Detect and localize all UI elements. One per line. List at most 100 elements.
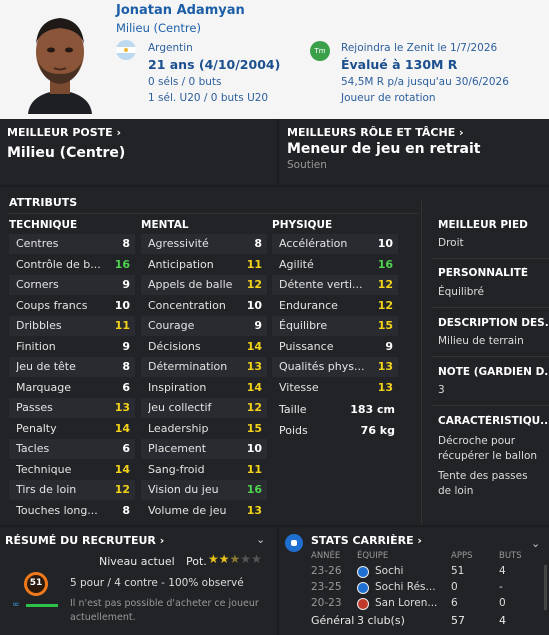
attribute-row[interactable]: Coups francs 10 [9,296,135,316]
attribute-value: 13 [377,360,393,373]
attribute-row[interactable]: Technique 14 [9,460,135,480]
weight-label: Poids [279,424,308,437]
attribute-row[interactable]: Finition 9 [9,337,135,357]
attribute-row[interactable]: Leadership 15 [141,419,267,439]
attribute-row[interactable]: Puissance 9 [272,337,398,357]
attribute-row[interactable]: Penalty 14 [9,419,135,439]
personality-title: PERSONNALITÉ [438,267,529,279]
attribute-value: 16 [114,257,130,271]
attribute-value: 11 [246,257,262,271]
attribute-row[interactable]: Placement 10 [141,439,267,459]
best-foot-value: Droit [438,237,464,249]
attribute-row[interactable]: Jeu collectif 12 [141,398,267,418]
career-team[interactable]: Sochi [375,565,403,577]
attribute-row[interactable]: Tacles 6 [9,439,135,459]
attribute-value: 14 [114,421,130,435]
attribute-name: Détente verti... [279,278,363,291]
attribute-row[interactable]: Concentration 10 [141,296,267,316]
attribute-value: 10 [246,298,262,312]
divider [432,405,549,406]
attribute-name: Corners [16,278,59,291]
career-title[interactable]: STATS CARRIÈRE › [311,534,422,547]
attribute-row[interactable]: Qualités phys... 13 [272,357,398,377]
half-star-icon: ★ [229,552,241,566]
attribute-row[interactable]: Dribbles 11 [9,316,135,336]
best-role-title[interactable]: MEILLEURS RÔLE ET TÂCHE › [287,126,464,139]
attribute-value: 13 [246,360,262,373]
divider [432,307,549,308]
attribute-row[interactable]: Corners 9 [9,275,135,295]
col-team: ÉQUIPE [357,551,389,561]
chevron-down-icon[interactable]: ⌄ [531,537,540,550]
attribute-row[interactable]: Détermination 13 [141,357,267,377]
attribute-row[interactable]: Détente verti... 12 [272,275,398,295]
attribute-row[interactable]: Accélération 10 [272,234,398,254]
attribute-name: Vision du jeu [148,483,219,496]
attribute-row[interactable]: Équilibre 15 [272,316,398,336]
career-year: 23-25 [311,581,342,593]
attribute-row[interactable]: Passes 13 [9,398,135,418]
attribute-name: Volume de jeu [148,503,227,517]
nationality[interactable]: Argentin [148,40,280,56]
career-team[interactable]: Sochi Rés... [375,581,436,593]
chevron-down-icon[interactable]: ⌄ [256,533,265,546]
attribute-row[interactable]: Vitesse 13 [272,378,398,398]
attribute-row[interactable]: Endurance 12 [272,296,398,316]
attribute-row[interactable]: Inspiration 14 [141,378,267,398]
attribute-value: 16 [246,483,262,496]
attribute-name: Décisions [148,339,201,353]
attribute-row[interactable]: Touches long... 8 [9,501,135,521]
attribute-value: 12 [377,298,393,312]
potential-stars: ★★★★★ [208,552,262,566]
attribute-row[interactable]: Agilité 16 [272,255,398,275]
traits-title: CARACTÉRISTIQU... [438,415,548,427]
attribute-value: 6 [122,442,130,455]
attribute-row[interactable]: Centres 8 [9,234,135,254]
player-name[interactable]: Jonatan Adamyan [116,3,245,18]
physique-heading: PHYSIQUE [272,219,333,231]
attribute-name: Détermination [148,360,228,373]
scout-rating-icon: 51 [24,572,48,596]
attribute-row[interactable]: Tirs de loin 12 [9,480,135,500]
attribute-row[interactable]: Décisions 14 [141,337,267,357]
scrollbar[interactable] [544,565,547,610]
trait-item[interactable]: Décroche pour récupérer le ballon [438,434,538,464]
attribute-row[interactable]: Sang-froid 11 [141,460,267,480]
attribute-row[interactable]: Agressivité 8 [141,234,267,254]
best-role-value: Meneur de jeu en retrait [287,141,481,157]
attribute-row[interactable]: Appels de balle 12 [141,275,267,295]
attribute-name: Tirs de loin [16,483,77,496]
mental-heading: MENTAL [141,219,189,231]
star-icon: ★ [251,552,262,566]
age: 21 ans (4/10/2004) [148,57,281,72]
attribute-row[interactable]: Marquage 6 [9,378,135,398]
career-total-apps: 57 [451,614,465,627]
club-badge-icon[interactable]: Tm [310,41,330,61]
trait-item[interactable]: Tente des passes de loin [438,469,538,499]
career-team[interactable]: San Loren... [375,597,437,609]
attribute-row[interactable]: Contrôle de b... 16 [9,255,135,275]
attribute-name: Sang-froid [148,462,205,476]
attribute-name: Endurance [279,298,338,312]
club-badge-icon [357,566,369,578]
description-title: DESCRIPTION DES... [438,317,548,329]
attribute-row[interactable]: Jeu de tête 8 [9,357,135,377]
attribute-name: Agressivité [148,237,209,250]
attribute-name: Qualités phys... [279,360,365,373]
attribute-value: 14 [114,462,130,476]
attribute-value: 12 [114,483,130,496]
attribute-value: 8 [254,237,262,250]
scout-title[interactable]: RÉSUMÉ DU RECRUTEUR › [5,534,164,547]
attribute-value: 8 [122,503,130,517]
attribute-row[interactable]: Volume de jeu 13 [141,501,267,521]
divider [8,213,418,214]
attribute-name: Accélération [279,237,348,250]
attribute-row[interactable]: Vision du jeu 16 [141,480,267,500]
attribute-row[interactable]: Courage 9 [141,316,267,336]
best-position-title[interactable]: MEILLEUR POSTE › [7,126,121,139]
player-position: Milieu (Centre) [116,21,201,35]
attribute-name: Anticipation [148,257,214,271]
attribute-value: 13 [246,503,262,517]
attribute-row[interactable]: Anticipation 11 [141,255,267,275]
scout-note: Il n'est pas possible d'acheter ce joueu… [70,598,259,623]
